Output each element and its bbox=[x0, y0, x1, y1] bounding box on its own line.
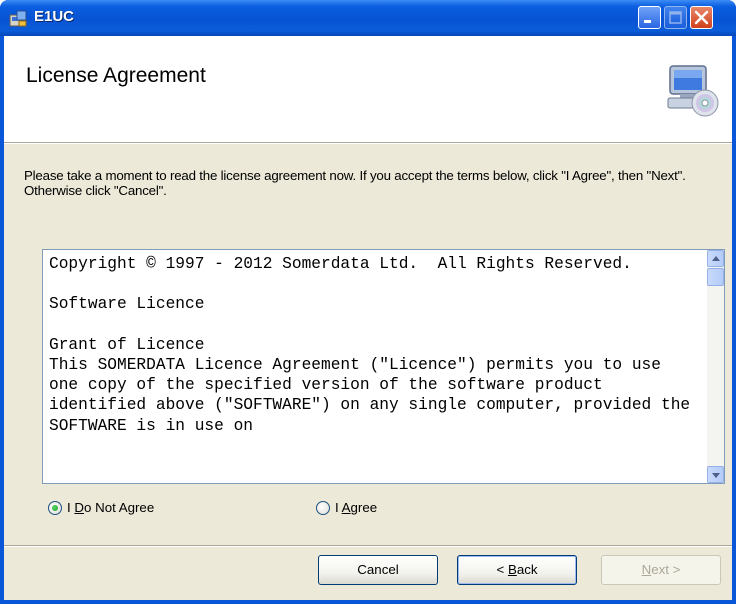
close-button[interactable] bbox=[690, 6, 713, 29]
footer-divider-highlight bbox=[4, 546, 732, 547]
radio-dot-icon bbox=[52, 505, 58, 511]
maximize-icon bbox=[669, 11, 682, 24]
window-title: E1UC bbox=[34, 8, 75, 25]
radio-unselected-icon[interactable] bbox=[316, 501, 330, 515]
chevron-up-icon bbox=[712, 256, 720, 261]
header-divider bbox=[4, 143, 732, 144]
back-button[interactable]: < Back bbox=[457, 555, 577, 585]
radio-agree-label[interactable]: I Agree bbox=[335, 500, 377, 515]
maximize-button bbox=[664, 6, 687, 29]
title-bar[interactable]: E1UC bbox=[0, 0, 736, 36]
instructions-text: Please take a moment to read the license… bbox=[24, 168, 686, 198]
installer-app-icon bbox=[9, 10, 27, 27]
page-title: License Agreement bbox=[26, 64, 206, 87]
chevron-down-icon bbox=[712, 473, 720, 478]
license-scrollbar[interactable] bbox=[707, 250, 724, 483]
radio-do-not-agree-label[interactable]: I Do Not Agree bbox=[67, 500, 154, 515]
next-button[interactable]: Next > bbox=[601, 555, 721, 585]
scroll-up-button[interactable] bbox=[707, 250, 724, 267]
minimize-button[interactable] bbox=[638, 6, 661, 29]
close-icon bbox=[694, 10, 709, 25]
radio-do-not-agree[interactable]: I Do Not Agree bbox=[48, 500, 188, 518]
installer-window: E1UC License Agreement Please take a mom… bbox=[0, 0, 736, 604]
header-banner: License Agreement bbox=[4, 36, 732, 143]
minimize-icon bbox=[644, 20, 651, 23]
radio-selected-icon[interactable] bbox=[48, 501, 62, 515]
dialog-body: License Agreement Please take a moment t… bbox=[4, 36, 732, 600]
computer-cd-icon bbox=[667, 65, 719, 117]
license-textbox[interactable]: Copyright © 1997 - 2012 Somerdata Ltd. A… bbox=[42, 249, 725, 484]
license-text: Copyright © 1997 - 2012 Somerdata Ltd. A… bbox=[49, 255, 691, 435]
scroll-thumb[interactable] bbox=[707, 268, 724, 286]
cancel-button[interactable]: Cancel bbox=[318, 555, 438, 585]
scroll-down-button[interactable] bbox=[707, 466, 724, 483]
radio-agree[interactable]: I Agree bbox=[316, 500, 406, 518]
